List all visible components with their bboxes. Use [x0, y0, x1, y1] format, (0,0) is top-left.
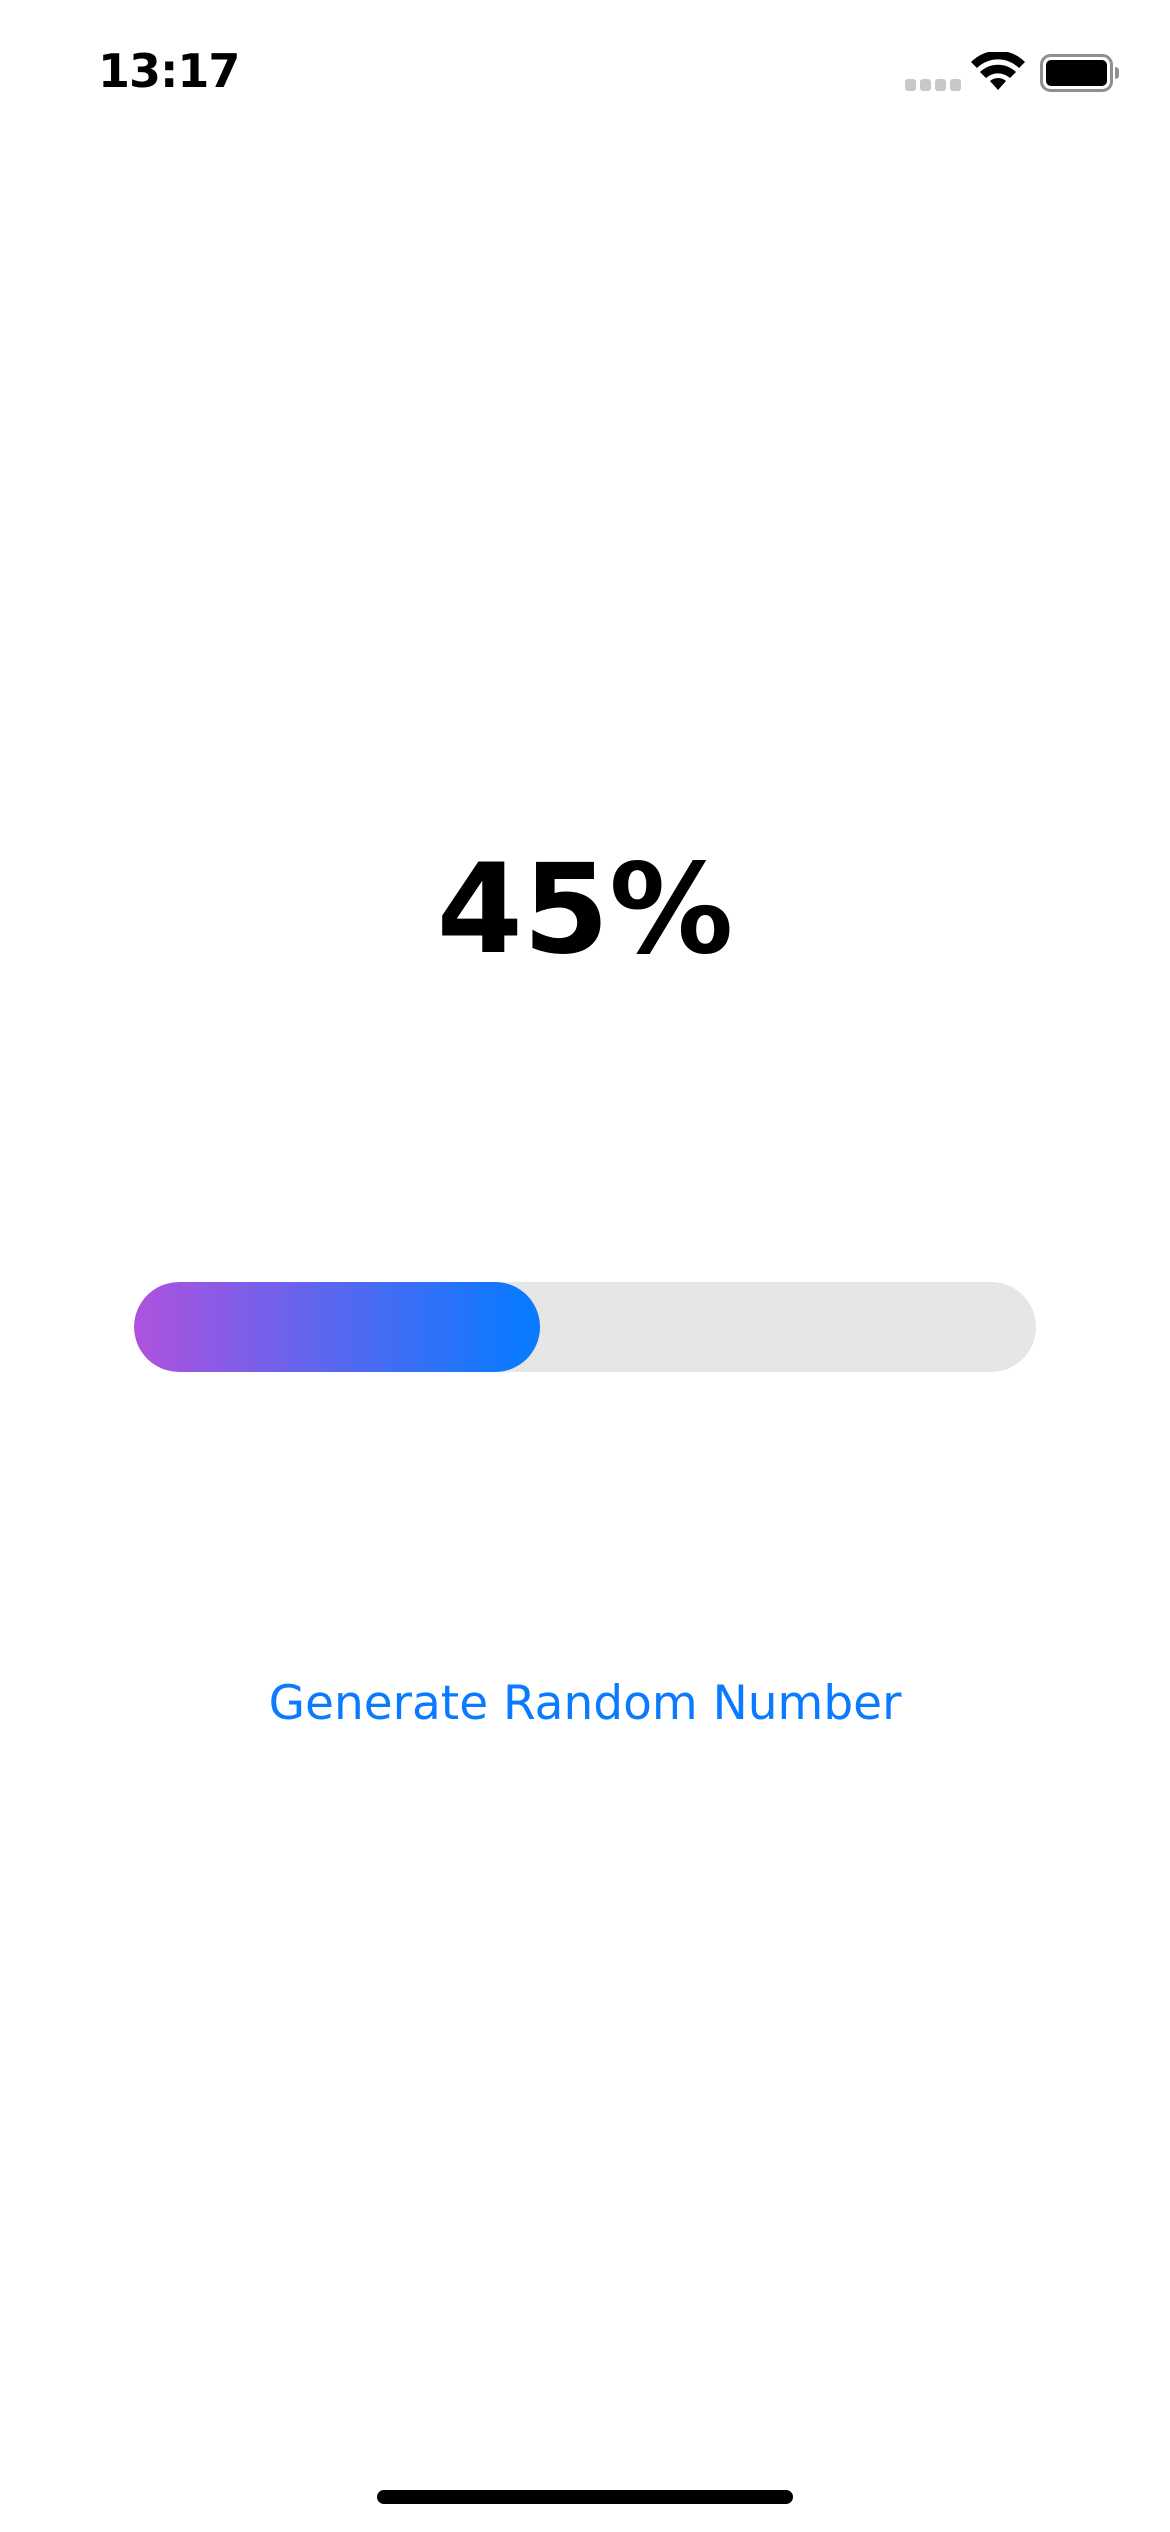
- percentage-label: 45%: [436, 838, 734, 982]
- battery-icon: [1040, 54, 1119, 92]
- status-time: 13:17: [98, 44, 240, 98]
- generate-random-number-button[interactable]: Generate Random Number: [0, 1664, 1170, 1744]
- home-indicator: [377, 2490, 793, 2504]
- status-bar: 13:17: [0, 0, 1170, 150]
- progress-bar-track: [134, 1282, 1036, 1372]
- wifi-icon: [971, 52, 1025, 90]
- signal-icon: [905, 79, 961, 91]
- progress-bar-fill: [134, 1282, 540, 1372]
